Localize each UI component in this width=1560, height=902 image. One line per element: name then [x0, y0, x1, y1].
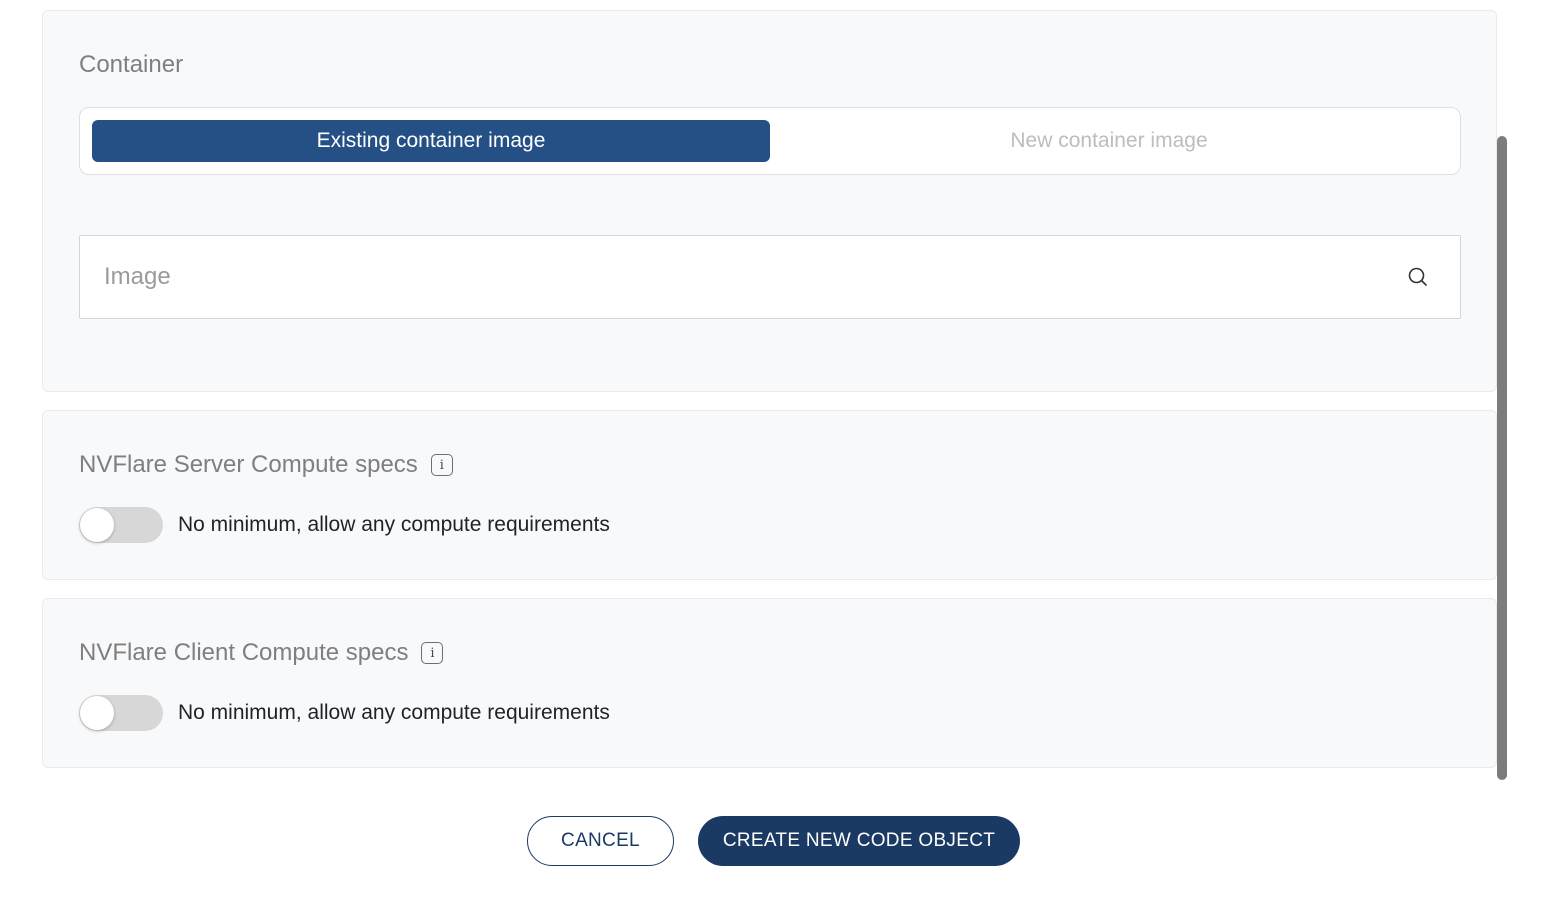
server-specs-info-icon[interactable]: i — [430, 454, 453, 476]
tab-new-container-image-label: New container image — [1010, 129, 1208, 152]
image-search-field — [79, 235, 1461, 319]
search-icon[interactable] — [1406, 265, 1430, 289]
tab-new-container-image[interactable]: New container image — [770, 120, 1448, 162]
client-specs-toggle-label: No minimum, allow any compute requiremen… — [178, 701, 610, 724]
client-specs-panel: NVFlare Client Compute specs i No minimu… — [42, 598, 1497, 768]
server-specs-title: NVFlare Server Compute specs i — [79, 451, 453, 479]
server-specs-toggle[interactable] — [79, 507, 163, 543]
cancel-button[interactable]: CANCEL — [527, 816, 674, 866]
container-image-type-switch: Existing container image New container i… — [79, 107, 1461, 175]
container-panel: Container Existing container image New c… — [42, 10, 1497, 392]
container-section-title: Container — [79, 51, 183, 79]
client-specs-toggle-row: No minimum, allow any compute requiremen… — [79, 695, 610, 731]
toggle-knob — [80, 508, 114, 542]
client-specs-title-text: NVFlare Client Compute specs — [79, 639, 409, 666]
server-specs-toggle-label: No minimum, allow any compute requiremen… — [178, 513, 610, 536]
server-specs-toggle-row: No minimum, allow any compute requiremen… — [79, 507, 610, 543]
scrollbar-thumb[interactable] — [1497, 136, 1507, 780]
client-specs-title: NVFlare Client Compute specs i — [79, 639, 444, 667]
toggle-knob — [80, 696, 114, 730]
container-title-text: Container — [79, 51, 184, 78]
client-specs-info-icon[interactable]: i — [421, 642, 444, 664]
tab-existing-container-image-label: Existing container image — [316, 129, 546, 152]
create-new-code-object-button[interactable]: CREATE NEW CODE OBJECT — [698, 816, 1020, 866]
server-specs-title-text: NVFlare Server Compute specs — [79, 451, 418, 478]
tab-existing-container-image[interactable]: Existing container image — [92, 120, 770, 162]
image-input[interactable] — [104, 263, 1406, 291]
client-specs-toggle[interactable] — [79, 695, 163, 731]
server-specs-panel: NVFlare Server Compute specs i No minimu… — [42, 410, 1497, 580]
